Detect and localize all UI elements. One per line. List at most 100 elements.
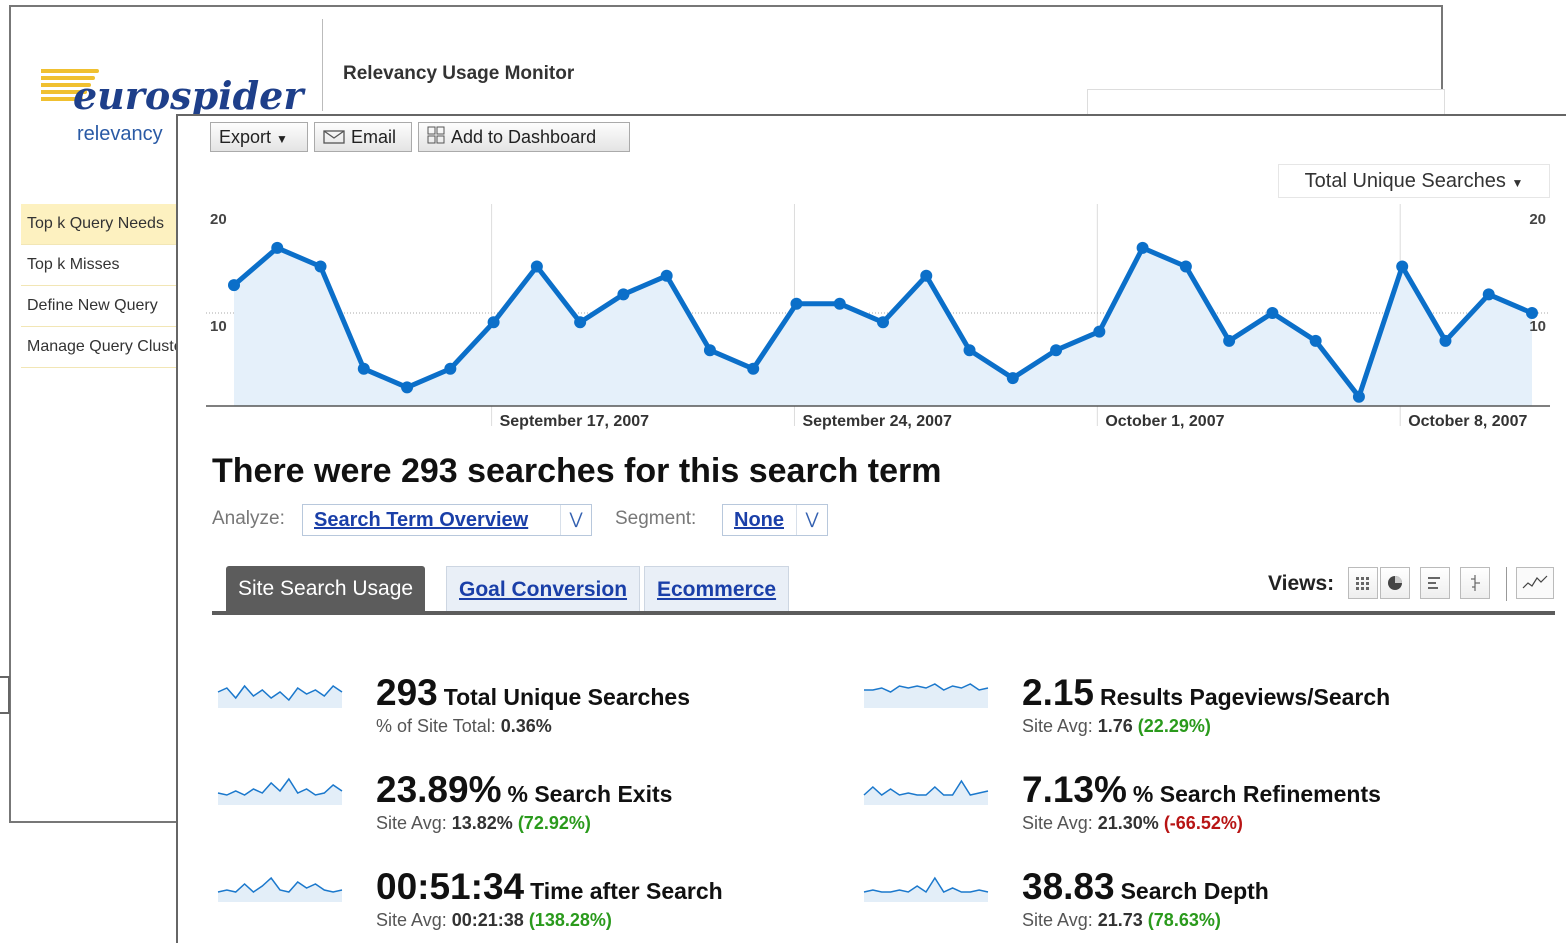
metric-name: Search Depth (1120, 878, 1269, 904)
page-title: Relevancy Usage Monitor (343, 63, 575, 84)
tab-label: Site Search Usage (238, 577, 414, 600)
metric-sub-label: Site Avg: (376, 910, 447, 930)
data-point[interactable] (1309, 334, 1322, 347)
sparkline (864, 683, 989, 708)
tab-ecommerce[interactable]: Ecommerce (644, 566, 790, 612)
caret-down-icon: ▼ (276, 132, 288, 146)
tab-label: Ecommerce (657, 578, 777, 601)
metric-comparison: Site Avg: 13.82% (72.92%) (376, 813, 591, 834)
data-point[interactable] (1482, 288, 1495, 301)
data-point[interactable] (1136, 241, 1149, 254)
y-tick-label-left: 10 (210, 318, 227, 335)
metric-value: 2.15 (1022, 672, 1095, 713)
data-point[interactable] (228, 279, 240, 292)
logo-word: eurospider (73, 73, 304, 118)
data-point[interactable] (920, 269, 933, 282)
data-point[interactable] (703, 344, 716, 357)
data-point[interactable] (1439, 334, 1452, 347)
sparkline (863, 876, 989, 902)
data-point[interactable] (790, 297, 803, 310)
sparkline-view-icon[interactable] (1516, 567, 1554, 599)
data-point[interactable] (660, 269, 673, 282)
export-button-label: Export (219, 127, 272, 147)
metric-dropdown[interactable]: Total Unique Searches ▼ (1278, 164, 1550, 198)
data-point[interactable] (963, 344, 976, 357)
x-tick-label: September 24, 2007 (802, 413, 952, 430)
data-point[interactable] (271, 241, 284, 254)
sparkline (217, 684, 343, 708)
y-tick-label-right: 10 (1529, 318, 1546, 335)
metric-sub-value: 13.82% (451, 813, 513, 833)
x-tick-label: October 8, 2007 (1408, 413, 1527, 430)
searches-line-chart: 20 10 20 10 September 17, 2007 September 24, … (206, 204, 1550, 430)
segment-select[interactable]: None ⋁ (722, 504, 828, 536)
metric-sub-value: 21.73 (1097, 910, 1143, 930)
metric-name: % Search Exits (507, 781, 673, 807)
sidebar-item-manage-query-clusters[interactable]: Manage Query Clusters (21, 327, 201, 368)
x-tick-label: September 17, 2007 (500, 413, 650, 430)
data-point[interactable] (1050, 344, 1063, 357)
metric-sub-label: % of Site Total: (376, 716, 496, 736)
sidebar-item-top-k-query-needs[interactable]: Top k Query Needs (21, 204, 201, 245)
metric-comparison: Site Avg: 00:21:38 (138.28%) (376, 910, 612, 931)
data-point[interactable] (1179, 260, 1192, 273)
sparkline-area (864, 878, 988, 902)
metric-sub-label: Site Avg: (376, 813, 447, 833)
data-point[interactable] (530, 260, 543, 273)
data-point[interactable] (401, 381, 414, 394)
tab-goal-conversion[interactable]: Goal Conversion (446, 566, 641, 612)
pie-view-icon[interactable] (1380, 567, 1410, 599)
metric-change: (-66.52%) (1163, 813, 1243, 833)
segment-label: Segment: (615, 508, 697, 529)
tab-underline (212, 611, 1555, 615)
y-tick-label-right: 20 (1529, 211, 1546, 228)
metric-results-pageviews-per-search: 2.15 Results Pageviews/Search Site Avg: 1… (862, 672, 1482, 752)
sidebar-item-top-k-misses[interactable]: Top k Misses (21, 245, 201, 286)
export-button[interactable]: Export ▼ (210, 122, 308, 152)
metric-headline: 23.89%% Search Exits (376, 769, 672, 811)
metric-comparison: Site Avg: 1.76 (22.29%) (1022, 716, 1211, 737)
data-point[interactable] (747, 362, 760, 375)
tab-site-search-usage[interactable]: Site Search Usage (226, 566, 426, 612)
data-point[interactable] (833, 297, 846, 310)
data-point[interactable] (877, 316, 889, 329)
metric-search-exits: 23.89%% Search Exits Site Avg: 13.82% (7… (216, 769, 836, 849)
data-point[interactable] (617, 288, 630, 301)
data-point[interactable] (1396, 260, 1409, 273)
metric-sub-value: 0.36% (500, 716, 552, 736)
data-point[interactable] (1223, 334, 1236, 347)
compare-view-icon[interactable] (1460, 567, 1490, 599)
metric-change: (78.63%) (1147, 910, 1221, 930)
metric-sub-label: Site Avg: (1022, 813, 1093, 833)
data-point[interactable] (357, 362, 370, 375)
metric-change: (138.28%) (528, 910, 612, 930)
metric-headline: 38.83 Search Depth (1022, 866, 1269, 908)
sparkline-line (217, 876, 343, 893)
data-point[interactable] (487, 316, 500, 329)
analyze-select-value: Search Term Overview (314, 509, 529, 531)
metric-total-unique-searches: 293 Total Unique Searches % of Site Total… (216, 672, 836, 752)
search-term-report-window: Export ▼ Email Add to Dashboard Total Un… (176, 114, 1566, 943)
sparkline-line (863, 876, 989, 894)
metric-headline: 2.15 Results Pageviews/Search (1022, 672, 1390, 714)
data-point[interactable] (314, 260, 327, 273)
data-point[interactable] (574, 316, 587, 329)
bar-view-icon[interactable] (1420, 567, 1450, 599)
data-point[interactable] (1352, 390, 1365, 403)
add-to-dashboard-button[interactable]: Add to Dashboard (418, 122, 630, 152)
tab-label: Goal Conversion (459, 578, 628, 601)
metric-name: Results Pageviews/Search (1100, 684, 1391, 710)
dashboard-grid-icon (427, 124, 445, 152)
data-point[interactable] (444, 362, 457, 375)
metric-headline: 00:51:34 Time after Search (376, 866, 723, 908)
metric-time-after-search: 00:51:34 Time after Search Site Avg: 00:2… (216, 866, 836, 946)
table-view-icon[interactable] (1348, 567, 1378, 599)
metric-sub-label: Site Avg: (1022, 910, 1093, 930)
sidebar-item-define-new-query[interactable]: Define New Query (21, 286, 201, 327)
data-point[interactable] (1093, 325, 1106, 338)
analyze-select[interactable]: Search Term Overview ⋁ (302, 504, 592, 536)
data-point[interactable] (1266, 307, 1279, 319)
data-point[interactable] (1006, 372, 1019, 385)
email-button[interactable]: Email (314, 122, 412, 152)
caret-down-icon: ▼ (1511, 176, 1524, 190)
